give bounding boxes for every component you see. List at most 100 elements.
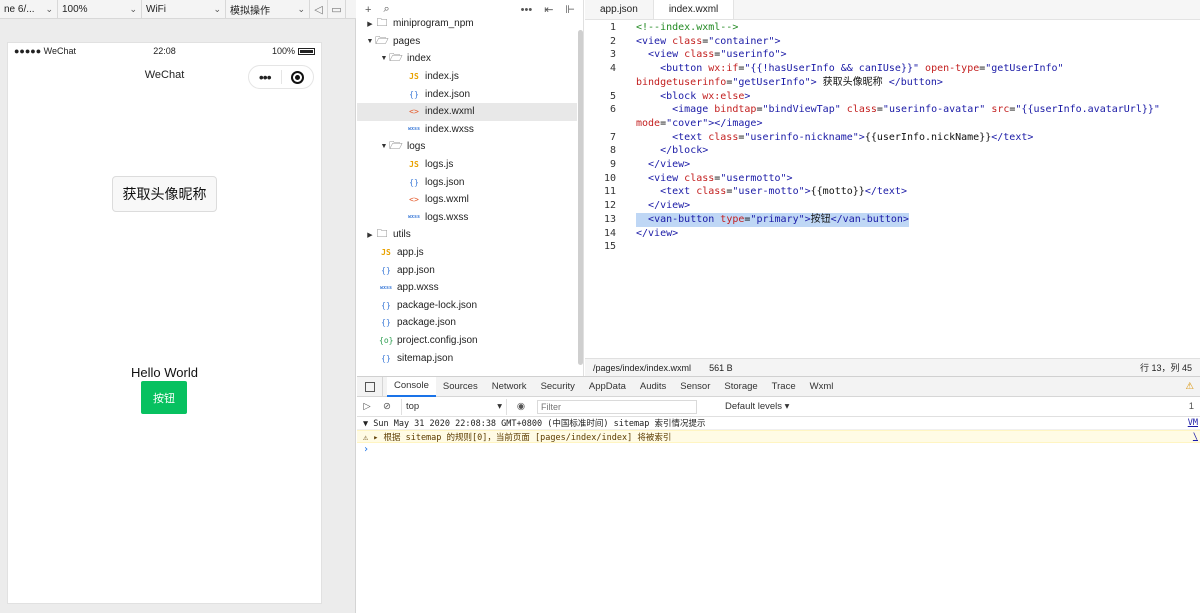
- tab-index-wxml[interactable]: index.wxml: [653, 0, 735, 19]
- tab-app-json[interactable]: app.json: [585, 0, 654, 19]
- console-message[interactable]: ▼ Sun May 31 2020 22:08:38 GMT+0800 (中国标…: [357, 417, 1200, 430]
- editor-tabs: app.json index.wxml: [585, 0, 1200, 20]
- chevron-right-icon[interactable]: ▶: [365, 231, 375, 239]
- eye-icon[interactable]: ◉: [511, 401, 531, 412]
- zoom-select[interactable]: 100% ⌄: [58, 0, 142, 19]
- clear-console-icon[interactable]: ⊘: [377, 401, 397, 412]
- code-token: </view>: [636, 227, 679, 239]
- record-icon: [290, 70, 304, 84]
- json-file-icon: {}: [381, 318, 391, 328]
- message-source-link[interactable]: VM: [1188, 418, 1200, 428]
- folder-item[interactable]: ▼ 🗁 pages: [357, 33, 577, 51]
- window-icon[interactable]: ▭: [328, 0, 346, 19]
- code-token: </text>: [991, 131, 1034, 143]
- context-select[interactable]: top ▾: [401, 398, 507, 415]
- code-line: 6 <image bindtap="bindViewTap" class="us…: [585, 103, 1200, 117]
- operation-select[interactable]: 模拟操作 ⌄: [226, 0, 310, 19]
- file-item[interactable]: JS index.js: [357, 68, 577, 86]
- file-item[interactable]: JS app.js: [357, 244, 577, 262]
- code-line: 7 <text class="userinfo-nickname">{{user…: [585, 131, 1200, 145]
- tab-sensor[interactable]: Sensor: [673, 377, 717, 397]
- file-item[interactable]: wxss logs.wxss: [357, 209, 577, 227]
- device-select[interactable]: ne 6/... ⌄: [0, 0, 58, 19]
- console-prompt[interactable]: ›: [357, 443, 1200, 457]
- folder-item[interactable]: ▶ 🗀 miniprogram_npm: [357, 15, 577, 33]
- folder-item[interactable]: ▶ 🗀 utils: [357, 226, 577, 244]
- code-editor: app.json index.wxml 1 <!--index.wxml--> 2 <…: [585, 0, 1200, 376]
- code-text: <van-button type="primary">按钮</van-butto…: [636, 212, 909, 227]
- file-item[interactable]: wxss app.wxss: [357, 279, 577, 297]
- cursor-position[interactable]: 行 13，列 45: [1140, 361, 1192, 374]
- sidebar-toggle-icon[interactable]: ▷: [357, 401, 377, 412]
- file-item[interactable]: <> logs.wxml: [357, 191, 577, 209]
- code-token: bindtap: [714, 104, 757, 116]
- code-token: </text>: [864, 186, 907, 198]
- tab-trace[interactable]: Trace: [765, 377, 803, 397]
- code-text: <view class="container">: [636, 35, 781, 49]
- chevron-down-icon[interactable]: ▼: [379, 143, 389, 150]
- volume-icon[interactable]: ◁: [310, 0, 328, 19]
- code-token: class: [684, 172, 715, 184]
- tab-sources[interactable]: Sources: [436, 377, 485, 397]
- filter-input[interactable]: [537, 399, 697, 414]
- inspect-element-button[interactable]: [357, 376, 383, 397]
- console-warning[interactable]: ⚠ ▸ 根据 sitemap 的规则[0]，当前页面 [pages/index/…: [357, 430, 1200, 443]
- code-text: <view class="userinfo">: [636, 48, 787, 62]
- close-record-button[interactable]: [282, 70, 314, 84]
- code-token: open-type: [925, 63, 980, 75]
- tab-network[interactable]: Network: [485, 377, 534, 397]
- more-icon[interactable]: •••: [249, 70, 281, 84]
- get-user-info-button[interactable]: 获取头像昵称: [112, 176, 217, 212]
- tab-audits[interactable]: Audits: [633, 377, 673, 397]
- tab-storage[interactable]: Storage: [717, 377, 764, 397]
- message-source-link[interactable]: \: [1193, 432, 1200, 442]
- code-token: <view: [648, 172, 685, 184]
- file-item[interactable]: {} index.json: [357, 85, 577, 103]
- code-token: >: [780, 49, 787, 61]
- tab-console[interactable]: Console: [387, 376, 436, 397]
- log-levels-select[interactable]: Default levels ▾: [725, 401, 789, 412]
- folder-open-icon: 🗁: [389, 139, 403, 153]
- folder-icon: 🗀: [376, 227, 388, 241]
- file-item[interactable]: <> index.wxml: [357, 103, 577, 121]
- tab-security[interactable]: Security: [534, 377, 582, 397]
- tree-item-label: project.config.json: [397, 335, 478, 347]
- file-item[interactable]: {} package.json: [357, 314, 577, 332]
- tree-item-label: logs.json: [425, 176, 465, 188]
- primary-button[interactable]: 按钮: [141, 381, 187, 414]
- code-token: <!--index.wxml-->: [636, 22, 739, 33]
- add-icon[interactable]: +: [365, 4, 371, 16]
- file-item[interactable]: {} logs.json: [357, 173, 577, 191]
- file-explorer: + ⌕ ••• ⇤ ⊩ ▶ 🗀 miniprogram_npm ▼ 🗁 pages ▼ 🗁 in…: [357, 0, 584, 376]
- file-item[interactable]: {} app.json: [357, 261, 577, 279]
- code-text: </block>: [636, 144, 708, 158]
- folder-item[interactable]: ▼ 🗁 logs: [357, 138, 577, 156]
- code-text: <!--index.wxml-->: [636, 21, 738, 35]
- explorer-scrollbar[interactable]: [578, 30, 583, 365]
- code-token: 按钮: [810, 213, 831, 225]
- chevron-right-icon[interactable]: ▶: [365, 20, 375, 28]
- file-item[interactable]: {} package-lock.json: [357, 297, 577, 315]
- file-item[interactable]: JS logs.js: [357, 156, 577, 174]
- tab-appdata[interactable]: AppData: [582, 377, 633, 397]
- file-item[interactable]: wxss index.wxss: [357, 121, 577, 139]
- tab-wxml[interactable]: Wxml: [803, 377, 841, 397]
- folder-item[interactable]: ▼ 🗁 index: [357, 50, 577, 68]
- warning-icon[interactable]: ⚠: [1185, 381, 1200, 392]
- chevron-down-icon[interactable]: ▼: [365, 38, 375, 45]
- line-number: 6: [609, 104, 616, 116]
- tree-item-label: app.js: [397, 247, 424, 259]
- line-number: 11: [603, 186, 616, 198]
- file-item[interactable]: {o} project.config.json: [357, 332, 577, 350]
- battery-label: 100%: [271, 46, 295, 56]
- code-line: 15: [585, 240, 1200, 254]
- chevron-down-icon[interactable]: ▼: [379, 55, 389, 62]
- more-icon[interactable]: •••: [521, 4, 533, 16]
- network-select[interactable]: WiFi ⌄: [142, 0, 226, 19]
- simulator-toolbar: ne 6/... ⌄ 100% ⌄ WiFi ⌄ 模拟操作 ⌄ ◁ ▭: [0, 0, 356, 19]
- file-item[interactable]: {} sitemap.json: [357, 349, 577, 367]
- devtools-tab-list: Console Sources Network Security AppData Audi…: [387, 376, 841, 397]
